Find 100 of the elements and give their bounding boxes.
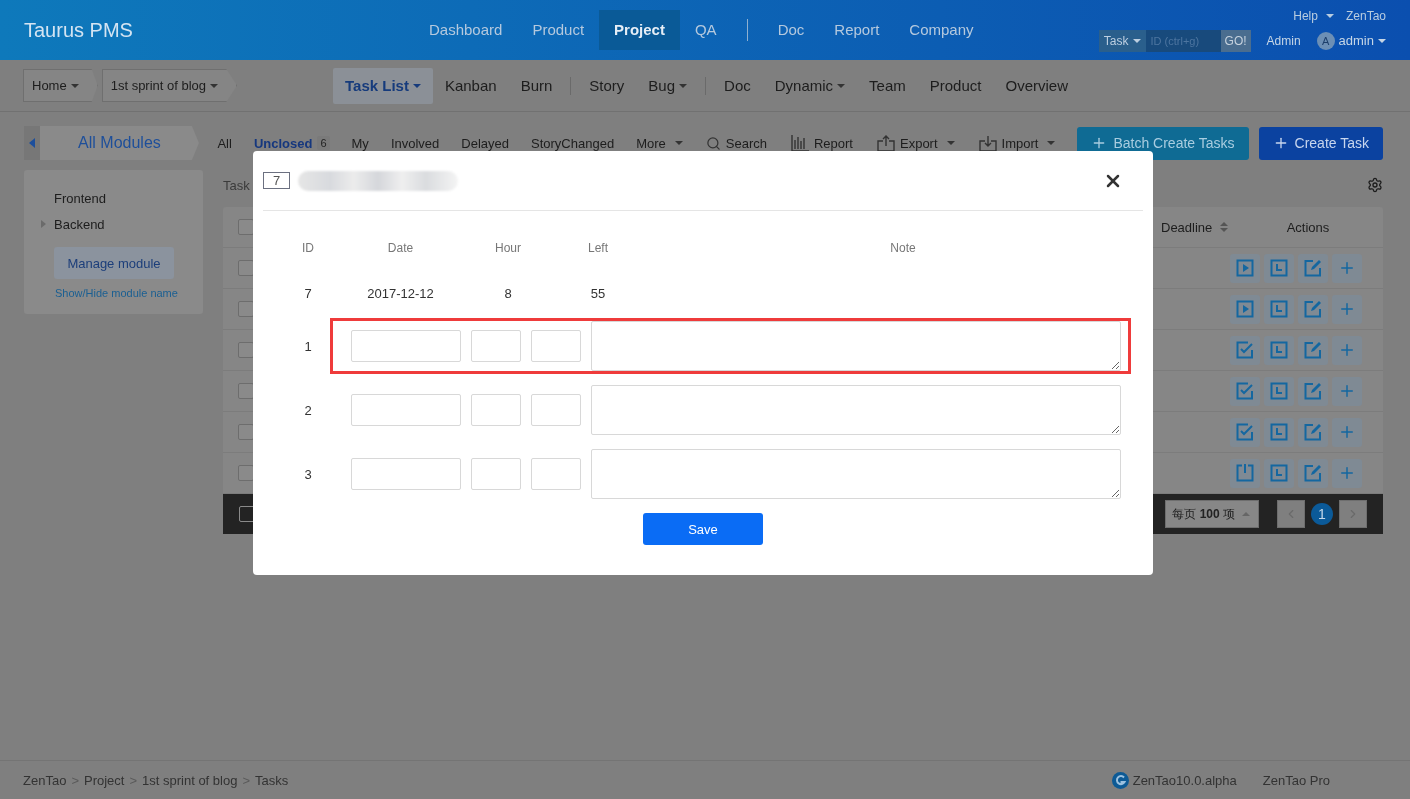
action-button[interactable] [1230,253,1260,283]
note-field[interactable] [591,449,1121,499]
left-field[interactable] [531,394,581,426]
version-link[interactable]: ZenTao10.0.alpha [1132,772,1237,788]
previous-page-button[interactable] [1277,500,1305,528]
checkbox[interactable] [238,342,254,358]
action-button[interactable] [1264,294,1294,324]
search-type-select[interactable]: Task [1098,29,1146,52]
hour-field[interactable] [471,330,521,362]
action-button[interactable] [1264,335,1294,365]
breadcrumb-link[interactable]: Tasks [255,772,289,788]
action-button[interactable] [1264,253,1294,283]
user-menu[interactable]: admin [1338,33,1386,48]
nav-tab[interactable]: Project [599,10,680,50]
filter-tab[interactable]: All [206,135,243,151]
breadcrumb-item[interactable]: Home [23,69,98,102]
manage-module-button[interactable]: Manage module [54,247,174,279]
action-button[interactable] [1298,253,1328,283]
action-button[interactable] [1298,376,1328,406]
hour-field[interactable] [471,458,521,490]
nav-tab[interactable]: QA [679,10,732,50]
date-field[interactable] [351,458,461,490]
go-button[interactable]: GO! [1220,29,1251,52]
settings-icon[interactable] [1367,177,1383,193]
action-button[interactable] [1230,294,1260,324]
action-button[interactable] [1264,417,1294,447]
toolbar-button[interactable]: Export [865,134,967,152]
subnav-tab[interactable]: Burn [508,67,565,104]
subnav-tab[interactable]: Task List [333,67,433,104]
toolbar-button[interactable]: Search [693,135,779,151]
nav-tab[interactable]: Dashboard [414,10,518,50]
toolbar-button[interactable]: Import [966,134,1068,152]
filter-tab[interactable]: More [625,135,694,151]
action-button[interactable] [1230,417,1260,447]
action-button[interactable] [1298,294,1328,324]
subnav-tab[interactable]: Kanban [432,67,509,104]
filter-tab[interactable]: My [340,135,380,151]
action-button[interactable] [1332,376,1362,406]
note-field[interactable] [591,321,1121,371]
action-button[interactable] [1264,458,1294,488]
action-button[interactable] [1230,335,1260,365]
subnav-tab[interactable]: Dynamic [762,67,858,104]
date-field[interactable] [351,394,461,426]
plus-icon [1338,300,1356,318]
filter-tab[interactable]: Involved [379,135,451,151]
filter-tab[interactable]: Unclosed 6 [242,135,341,151]
breadcrumb-link[interactable]: 1st sprint of blog [142,772,238,788]
checkbox[interactable] [238,465,254,481]
nav-tab[interactable]: Product [517,10,600,50]
subnav-tab[interactable]: Story [577,67,637,104]
nav-tab[interactable]: Doc [762,10,820,50]
toolbar-button[interactable]: Report [778,135,865,151]
action-button[interactable] [1298,458,1328,488]
left-field[interactable] [531,330,581,362]
page-size-select[interactable]: 每页 100 项 [1165,500,1259,528]
action-button[interactable] [1230,458,1260,488]
left-field[interactable] [531,458,581,490]
action-button[interactable] [1298,335,1328,365]
admin-link[interactable]: Admin [1266,33,1301,48]
checkbox[interactable] [238,424,254,440]
nav-tab[interactable]: Report [819,10,895,50]
page-number[interactable]: 1 [1311,503,1333,525]
section-title: Task [223,177,250,193]
column-header[interactable]: Deadline [1153,219,1233,235]
create-button[interactable]: Create Task [1258,126,1383,160]
checkbox[interactable] [238,301,254,317]
breadcrumb-link[interactable]: ZenTao [23,772,67,788]
action-button[interactable] [1332,294,1362,324]
vendor-link[interactable]: ZenTao [1345,8,1386,23]
subnav-tab[interactable]: Doc [712,67,763,104]
breadcrumb-link[interactable]: Project [83,772,125,788]
action-button[interactable] [1264,376,1294,406]
subnav-tab[interactable]: Bug [636,67,700,104]
action-button[interactable] [1332,335,1362,365]
action-button[interactable] [1332,417,1362,447]
action-button[interactable] [1298,417,1328,447]
checkbox[interactable] [238,260,254,276]
filter-tab[interactable]: Delayed [450,135,520,151]
next-page-button[interactable] [1339,500,1367,528]
action-button[interactable] [1332,458,1362,488]
filter-tab[interactable]: StoryChanged [520,135,626,151]
save-button[interactable]: Save [643,513,763,545]
hour-field[interactable] [471,394,521,426]
checkbox[interactable] [238,219,254,235]
module-header[interactable]: All Modules [24,126,199,160]
checkbox[interactable] [238,383,254,399]
breadcrumb-item[interactable]: 1st sprint of blog [101,69,238,102]
edition-link[interactable]: ZenTao Pro [1262,772,1330,788]
subnav-tab[interactable]: Team [857,67,918,104]
date-field[interactable] [351,330,461,362]
help-menu[interactable]: Help [1293,8,1334,23]
subnav-tab[interactable]: Product [917,67,994,104]
nav-tab[interactable]: Company [894,10,989,50]
action-button[interactable] [1332,253,1362,283]
action-button[interactable] [1230,376,1260,406]
subnav-tab[interactable]: Overview [993,67,1080,104]
module-item[interactable]: Backend [38,211,203,237]
module-item[interactable]: Frontend [38,185,203,211]
note-field[interactable] [591,385,1121,435]
play-icon [1236,300,1254,318]
